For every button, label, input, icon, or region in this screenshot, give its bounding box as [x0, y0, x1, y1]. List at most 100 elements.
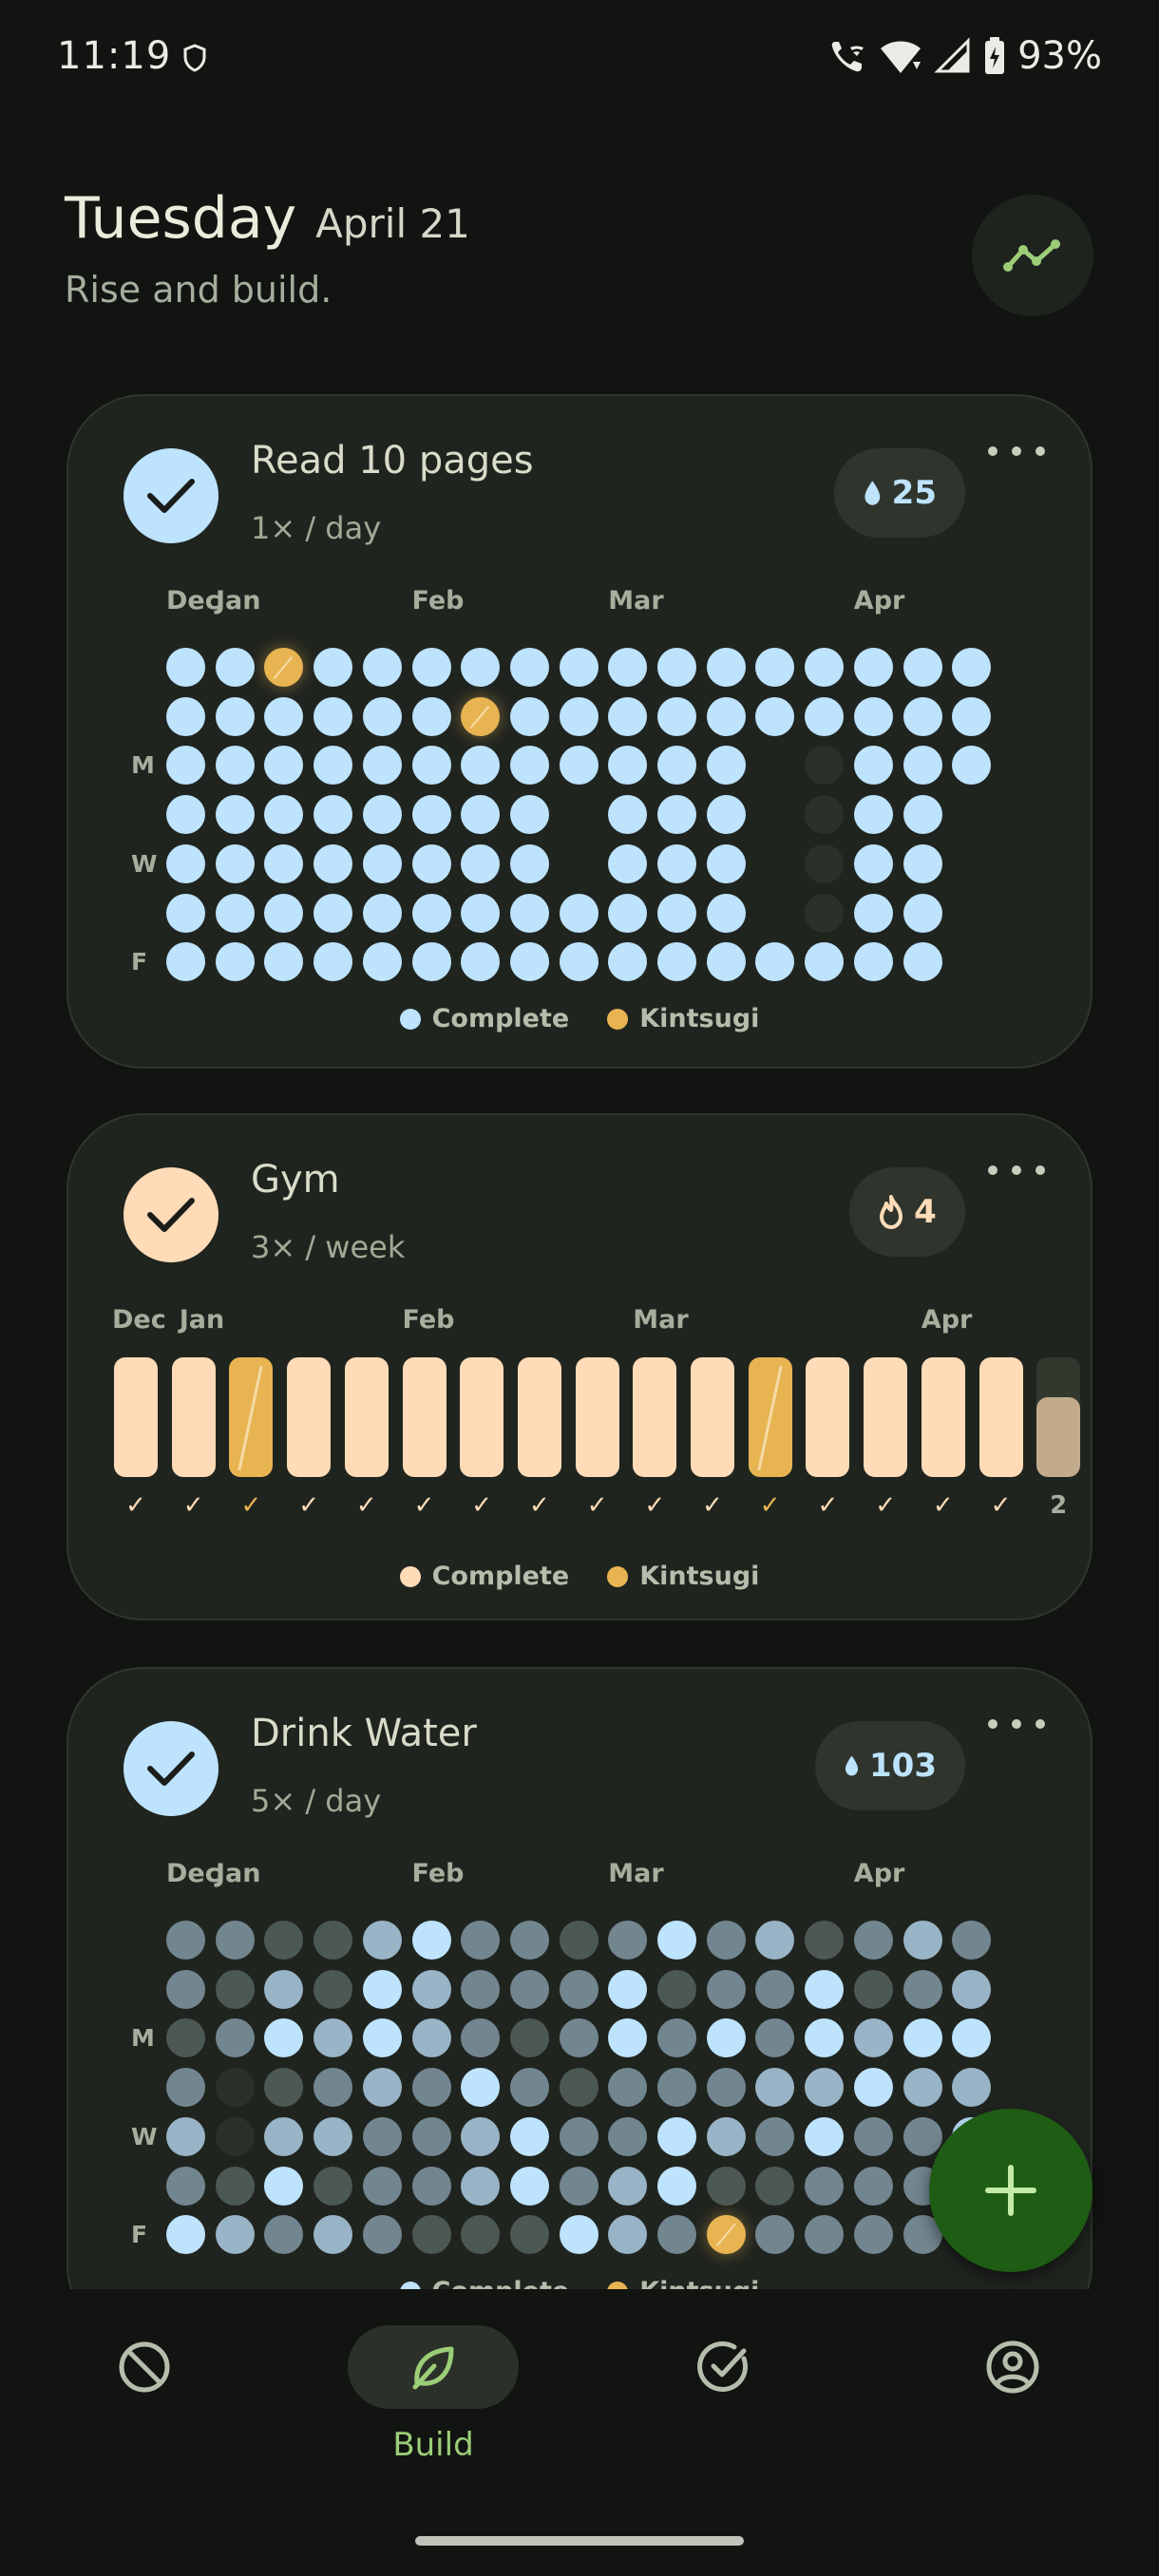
day-dot[interactable]	[902, 648, 942, 687]
day-dot[interactable]	[755, 2215, 795, 2255]
day-dot[interactable]	[314, 942, 353, 982]
day-dot[interactable]	[215, 2166, 255, 2206]
week-bar[interactable]	[978, 1357, 1023, 1477]
day-dot[interactable]	[902, 2068, 942, 2108]
day-dot[interactable]	[215, 1969, 255, 2009]
day-dot[interactable]	[657, 2116, 696, 2156]
day-dot[interactable]	[559, 2166, 598, 2206]
day-dot[interactable]	[166, 893, 205, 933]
day-dot[interactable]	[952, 1969, 992, 2009]
day-dot[interactable]	[706, 2068, 746, 2108]
nav-item-completed[interactable]	[638, 2325, 809, 2409]
day-dot[interactable]	[902, 696, 942, 736]
day-dot[interactable]	[952, 2018, 992, 2058]
day-dot[interactable]	[559, 1969, 598, 2009]
day-dot[interactable]	[264, 942, 304, 982]
day-dot[interactable]	[362, 2166, 402, 2206]
day-dot[interactable]	[805, 2018, 845, 2058]
day-dot[interactable]	[411, 843, 451, 883]
week-bar[interactable]	[921, 1357, 965, 1477]
day-dot[interactable]	[706, 1921, 746, 1960]
day-dot[interactable]	[264, 843, 304, 883]
day-dot[interactable]	[461, 2018, 501, 2058]
day-dot[interactable]	[314, 2166, 353, 2206]
day-dot[interactable]	[264, 746, 304, 786]
day-dot[interactable]	[805, 843, 845, 883]
day-dot[interactable]	[853, 648, 893, 687]
day-dot[interactable]	[362, 843, 402, 883]
day-dot[interactable]	[755, 1969, 795, 2009]
week-bar[interactable]	[287, 1357, 332, 1477]
day-dot[interactable]	[166, 942, 205, 982]
day-dot[interactable]	[314, 2116, 353, 2156]
day-dot[interactable]	[755, 2018, 795, 2058]
day-dot[interactable]	[411, 795, 451, 835]
day-dot[interactable]	[215, 746, 255, 786]
day-dot[interactable]	[608, 893, 648, 933]
day-dot[interactable]	[362, 648, 402, 687]
day-dot[interactable]	[509, 1921, 549, 1960]
day-dot[interactable]	[314, 795, 353, 835]
day-dot[interactable]	[805, 2166, 845, 2206]
day-dot[interactable]	[608, 795, 648, 835]
day-dot[interactable]	[706, 2116, 746, 2156]
day-dot[interactable]	[314, 843, 353, 883]
day-dot[interactable]	[608, 942, 648, 982]
week-bar[interactable]	[864, 1357, 908, 1477]
day-dot[interactable]	[853, 795, 893, 835]
day-dot[interactable]	[264, 1969, 304, 2009]
day-dot[interactable]	[509, 746, 549, 786]
day-dot[interactable]	[215, 2116, 255, 2156]
day-dot[interactable]	[509, 2215, 549, 2255]
day-dot[interactable]	[902, 942, 942, 982]
day-dot[interactable]	[657, 648, 696, 687]
day-dot[interactable]	[264, 1921, 304, 1960]
day-dot[interactable]	[559, 2215, 598, 2255]
day-dot[interactable]	[362, 893, 402, 933]
day-dot[interactable]	[657, 1921, 696, 1960]
day-dot[interactable]	[952, 746, 992, 786]
day-dot[interactable]	[657, 2166, 696, 2206]
day-dot[interactable]	[215, 2215, 255, 2255]
day-dot[interactable]	[902, 746, 942, 786]
day-dot[interactable]	[509, 942, 549, 982]
day-dot[interactable]	[509, 2018, 549, 2058]
week-bar[interactable]	[633, 1357, 677, 1477]
day-dot[interactable]	[461, 2116, 501, 2156]
day-dot[interactable]	[952, 2068, 992, 2108]
kintsugi-day-dot[interactable]	[264, 648, 304, 687]
week-bar[interactable]	[575, 1357, 619, 1477]
day-dot[interactable]	[853, 942, 893, 982]
day-dot[interactable]	[853, 893, 893, 933]
day-dot[interactable]	[411, 696, 451, 736]
day-dot[interactable]	[608, 1921, 648, 1960]
day-dot[interactable]	[411, 1969, 451, 2009]
complete-toggle[interactable]	[124, 1721, 218, 1816]
day-dot[interactable]	[264, 2166, 304, 2206]
add-habit-button[interactable]	[929, 2109, 1092, 2272]
day-dot[interactable]	[805, 1921, 845, 1960]
day-dot[interactable]	[805, 893, 845, 933]
day-dot[interactable]	[166, 2116, 205, 2156]
day-dot[interactable]	[362, 746, 402, 786]
day-dot[interactable]	[608, 843, 648, 883]
day-dot[interactable]	[952, 696, 992, 736]
day-dot[interactable]	[264, 893, 304, 933]
stats-button[interactable]	[972, 195, 1093, 316]
day-dot[interactable]	[215, 2018, 255, 2058]
day-dot[interactable]	[461, 1969, 501, 2009]
week-bar[interactable]	[402, 1357, 446, 1477]
day-dot[interactable]	[509, 893, 549, 933]
day-dot[interactable]	[755, 2068, 795, 2108]
day-dot[interactable]	[411, 1921, 451, 1960]
day-dot[interactable]	[166, 746, 205, 786]
day-dot[interactable]	[314, 1921, 353, 1960]
day-dot[interactable]	[952, 1921, 992, 1960]
day-dot[interactable]	[166, 2068, 205, 2108]
day-dot[interactable]	[902, 893, 942, 933]
day-dot[interactable]	[461, 2166, 501, 2206]
day-dot[interactable]	[559, 2068, 598, 2108]
day-dot[interactable]	[411, 2018, 451, 2058]
day-dot[interactable]	[215, 2068, 255, 2108]
kintsugi-day-dot[interactable]	[461, 696, 501, 736]
